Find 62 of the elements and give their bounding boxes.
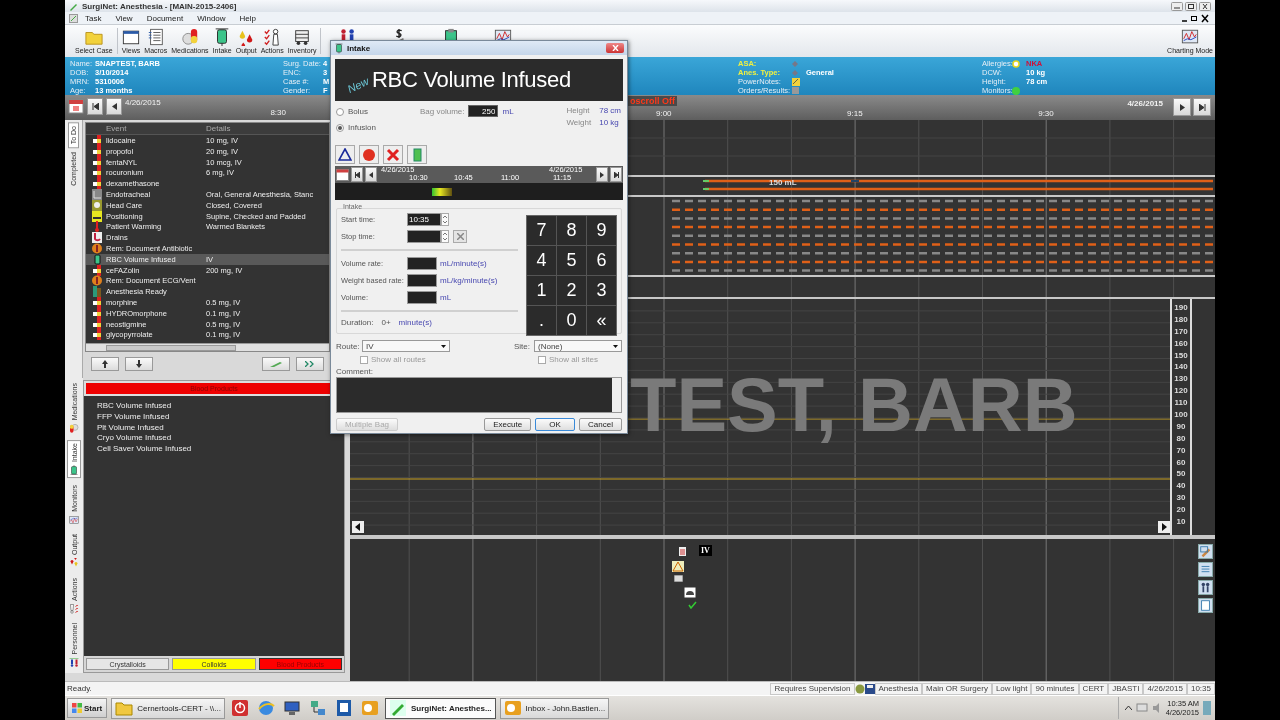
status-cell: Requires Supervision	[770, 682, 855, 695]
window-title: SurgiNet: Anesthesia - [MAIN-2015-2406]	[82, 1, 238, 11]
field-label: Weight	[566, 118, 592, 127]
autoscroll-label: oscroll Off	[628, 96, 677, 106]
axis-label: 20	[1176, 504, 1186, 517]
dialog-title: Intake	[347, 43, 371, 53]
axis-label: 70	[1176, 444, 1186, 457]
unit-label: mL	[502, 106, 514, 116]
route-tag: IV	[699, 545, 712, 556]
status-cell: CERT	[1078, 682, 1109, 695]
status-text: Ready.	[67, 684, 92, 693]
field-label: Bag volume:	[420, 106, 465, 116]
field-label: Height	[566, 106, 591, 115]
axis-label: 150	[1174, 349, 1188, 362]
checkbox-label: Show all sites	[549, 355, 598, 364]
axis-label: 190	[1174, 302, 1188, 314]
field-value: 0+	[381, 318, 391, 327]
status-cell: 4/26/2015	[1143, 682, 1187, 695]
checkbox-label: Show all routes	[371, 355, 426, 364]
unit-label: mL	[440, 293, 452, 302]
unit-label: mL/kg/minute(s)	[440, 276, 498, 285]
axis-label: 80	[1176, 432, 1186, 445]
timeline-date: 4/26/2015	[125, 98, 161, 107]
axis-label: 30	[1176, 492, 1186, 505]
axis-label: 130	[1174, 373, 1188, 386]
time-label: 9:15	[847, 109, 863, 118]
field-value: 10 kg	[599, 118, 620, 127]
field-value: 78 cm	[599, 106, 621, 115]
field-label: Route:	[336, 341, 358, 351]
radio-label: Bolus	[348, 107, 368, 116]
field-label: Duration:	[341, 318, 374, 327]
unit-label: mL/minute(s)	[440, 259, 487, 268]
dialog-heading: RBC Volume Infused	[372, 67, 571, 93]
axis-label: 40	[1176, 480, 1186, 493]
axis-label: 60	[1176, 456, 1186, 469]
radio-label: Infusion	[348, 123, 377, 132]
axis-label: 50	[1176, 468, 1186, 481]
time-label: 9:30	[1038, 109, 1054, 118]
status-cell: JBASTI	[1108, 682, 1144, 695]
axis-label: 100	[1174, 409, 1188, 421]
axis-label: 160	[1174, 337, 1188, 350]
timeline-date: 4/26/2015	[1127, 99, 1163, 108]
axis-label: 10	[1176, 516, 1186, 528]
axis-label: 110	[1174, 397, 1188, 409]
status-cell: 10:35	[1186, 682, 1215, 695]
column-header: Event	[106, 124, 128, 133]
time-label: 9:00	[656, 109, 672, 118]
new-label: New	[345, 74, 371, 96]
unit-label: minute(s)	[398, 318, 432, 327]
status-cell: Anesthesia	[874, 682, 923, 695]
status-cell: Main OR Surgery	[922, 682, 992, 695]
field-label: Comment:	[336, 367, 373, 376]
time-label: 8:30	[270, 108, 286, 117]
axis-label: 180	[1174, 313, 1188, 326]
status-cell: Low light	[991, 682, 1032, 695]
status-cell: 90 minutes	[1031, 682, 1079, 695]
axis-label: 170	[1174, 325, 1188, 338]
axis-label: 120	[1174, 385, 1188, 398]
axis-label: 140	[1174, 361, 1188, 374]
axis-label: 90	[1176, 420, 1186, 433]
column-header: Details	[206, 124, 232, 133]
field-label: Site:	[514, 341, 530, 351]
